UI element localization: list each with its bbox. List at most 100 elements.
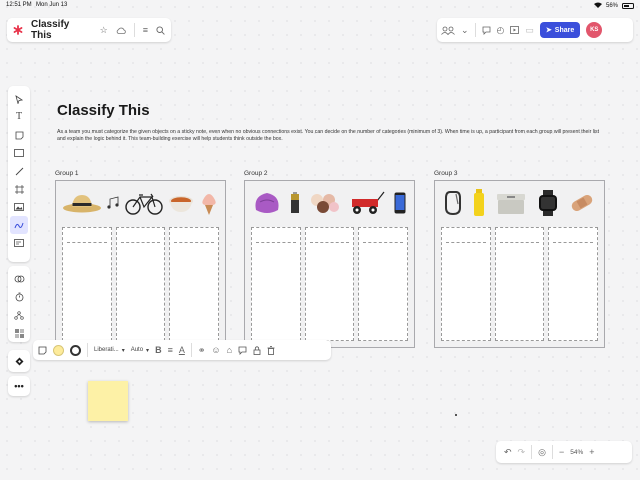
timer-icon[interactable]: ◴ xyxy=(497,25,505,35)
carabiner-icon[interactable] xyxy=(444,190,461,221)
tag-icon[interactable]: ⌂ xyxy=(227,345,232,355)
category-slot[interactable] xyxy=(548,227,599,341)
share-label: Share xyxy=(554,26,575,34)
water-bottle-icon[interactable] xyxy=(473,188,485,222)
battery-cell-icon[interactable] xyxy=(290,191,300,219)
lock-icon[interactable] xyxy=(253,345,261,355)
category-slot[interactable] xyxy=(115,227,166,341)
category-slot[interactable] xyxy=(358,227,409,341)
emoji-icon[interactable]: ☺ xyxy=(211,345,220,355)
zoom-level[interactable]: 54% xyxy=(570,449,583,456)
help-icon[interactable]: ◎ xyxy=(538,447,546,457)
group-label[interactable]: Group 1 xyxy=(55,170,79,177)
text-color-icon[interactable]: A xyxy=(179,345,185,355)
tool-palette-secondary xyxy=(8,266,30,342)
comment-add-icon[interactable] xyxy=(238,346,247,355)
board-title[interactable]: Classify This xyxy=(57,102,150,119)
divider xyxy=(190,343,192,357)
slot-divider xyxy=(256,242,296,243)
category-slot[interactable] xyxy=(169,227,220,341)
divider xyxy=(551,445,553,459)
smartwatch-icon[interactable] xyxy=(538,189,558,221)
select-arrow-icon[interactable] xyxy=(10,90,28,108)
category-slot[interactable] xyxy=(494,227,545,341)
more-tools-button[interactable]: ••• xyxy=(8,376,30,396)
soup-bowl-icon[interactable] xyxy=(168,192,194,219)
document-title[interactable]: Classify This xyxy=(31,19,92,41)
ellipsis-icon: ••• xyxy=(14,381,24,391)
search-icon[interactable] xyxy=(156,25,165,35)
slot-divider xyxy=(67,242,107,243)
line-icon[interactable] xyxy=(10,162,28,180)
apps-button[interactable] xyxy=(8,350,30,372)
grid-blocks-icon[interactable] xyxy=(10,324,28,342)
bold-icon[interactable]: B xyxy=(155,345,162,355)
sticky-note[interactable] xyxy=(88,381,128,421)
category-slot[interactable] xyxy=(304,227,355,341)
group-label[interactable]: Group 2 xyxy=(244,170,268,177)
group-label[interactable]: Group 3 xyxy=(434,170,458,177)
bandage-icon[interactable] xyxy=(570,193,594,218)
sticky-shape-icon[interactable] xyxy=(38,346,47,355)
border-color-swatch[interactable] xyxy=(70,344,81,356)
text-tool-icon[interactable]: T xyxy=(10,108,28,126)
wagon-icon[interactable] xyxy=(349,191,385,220)
sticky-note-icon[interactable] xyxy=(10,126,28,144)
instructions-text[interactable]: As a team you must categorize the given … xyxy=(57,129,607,144)
music-notes-icon[interactable] xyxy=(107,195,121,215)
straw-hat-icon[interactable] xyxy=(62,192,102,219)
video-call-icon[interactable]: ▭ xyxy=(525,25,534,35)
zoom-out-icon[interactable]: − xyxy=(559,447,564,457)
menu-icon[interactable]: ≡ xyxy=(143,25,148,35)
redo-icon[interactable]: ↷ xyxy=(518,447,526,457)
card-icon[interactable] xyxy=(10,234,28,252)
chevron-down-icon[interactable]: ⌄ xyxy=(461,25,469,35)
frame-icon[interactable] xyxy=(10,180,28,198)
cooler-icon[interactable] xyxy=(496,191,526,220)
phone-icon[interactable] xyxy=(394,192,406,219)
image-icon[interactable] xyxy=(10,198,28,216)
slot-divider xyxy=(309,242,350,243)
slot-divider xyxy=(446,242,486,243)
pen-tool-icon[interactable] xyxy=(10,216,28,234)
align-icon[interactable]: ≡ xyxy=(168,345,173,355)
group-frame[interactable] xyxy=(434,180,605,348)
collaborators-icon[interactable] xyxy=(441,26,455,35)
comment-icon[interactable] xyxy=(482,26,491,35)
font-size-select[interactable]: Auto ▾ xyxy=(131,347,149,354)
category-slots xyxy=(251,227,409,341)
divider xyxy=(474,23,476,37)
avatar[interactable]: KS xyxy=(586,22,603,38)
divider xyxy=(531,445,533,459)
rectangle-icon[interactable] xyxy=(10,144,28,162)
category-slot[interactable] xyxy=(441,227,491,341)
present-icon[interactable] xyxy=(510,26,520,34)
collaboration-bar: ⌄ ◴ ▭ ➤ Share KS xyxy=(437,18,633,42)
share-button[interactable]: ➤ Share xyxy=(539,22,581,38)
ice-cream-icon[interactable] xyxy=(199,190,219,221)
link-icon[interactable]: ⚭ xyxy=(198,345,206,355)
category-slot[interactable] xyxy=(62,227,112,341)
category-slot[interactable] xyxy=(251,227,301,341)
fill-color-swatch[interactable] xyxy=(53,344,64,356)
undo-icon[interactable]: ↶ xyxy=(504,447,512,457)
bicycle-icon[interactable] xyxy=(125,191,164,220)
ice-cream-scoops-icon[interactable] xyxy=(308,192,340,219)
trash-icon[interactable] xyxy=(267,345,275,355)
dropdown-arrow-icon: ▾ xyxy=(146,347,150,354)
stopwatch-icon[interactable] xyxy=(10,288,28,306)
cloud-icon[interactable] xyxy=(116,27,126,34)
group-frame[interactable] xyxy=(55,180,226,348)
zoom-controls: ↶ ↷ ◎ − 54% + xyxy=(496,441,632,463)
zoom-in-icon[interactable]: + xyxy=(589,447,594,457)
battery-percent: 56% xyxy=(605,3,618,9)
divider xyxy=(133,23,135,37)
font-family-select[interactable]: Liberati... ▾ xyxy=(94,347,125,354)
mind-map-icon[interactable] xyxy=(10,306,28,324)
bean-bag-icon[interactable] xyxy=(253,190,281,221)
slot-divider xyxy=(120,242,161,243)
overlap-circles-icon[interactable] xyxy=(10,270,28,288)
app-logo-icon[interactable] xyxy=(13,25,23,35)
group-frame[interactable] xyxy=(244,180,415,348)
star-icon[interactable]: ☆ xyxy=(100,25,108,35)
